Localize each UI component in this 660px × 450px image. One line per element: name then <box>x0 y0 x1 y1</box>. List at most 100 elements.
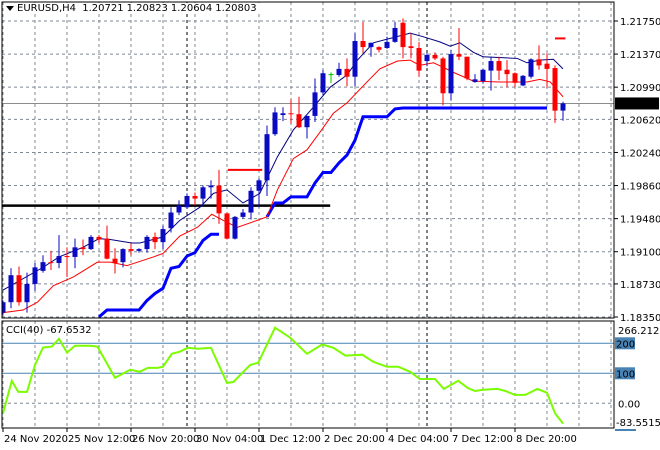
candle-body <box>152 236 158 243</box>
candle-body <box>496 61 502 71</box>
candle <box>520 74 526 87</box>
candle-body <box>200 187 206 199</box>
candle-body <box>240 212 246 217</box>
candle-body <box>160 229 166 243</box>
candle <box>88 235 94 250</box>
candle <box>176 200 182 216</box>
candle-body <box>176 205 182 213</box>
candle-body <box>424 54 430 62</box>
candle <box>488 56 494 91</box>
candle-body <box>248 190 254 213</box>
candle <box>104 225 110 260</box>
candle-body <box>208 185 214 188</box>
candle <box>32 263 38 291</box>
candle-body <box>128 249 134 251</box>
candle-body <box>272 112 278 135</box>
time-tick-label: 30 Nov 04:00 <box>196 434 263 445</box>
candle <box>464 56 470 81</box>
time-tick-label: 4 Dec 04:00 <box>388 434 449 445</box>
candle-body <box>64 256 70 258</box>
candle <box>200 185 206 207</box>
candle <box>96 235 102 244</box>
candle-body <box>304 115 310 128</box>
candle <box>80 239 86 256</box>
candle-body <box>144 236 150 250</box>
price-tick-label: 1.21370 <box>620 50 660 61</box>
candle <box>544 53 550 89</box>
cci-panel-frame <box>1 320 615 429</box>
candle <box>504 60 510 88</box>
candle-body <box>24 283 30 303</box>
time-tick-label: 26 Nov 20:00 <box>132 434 199 445</box>
candle-body <box>256 180 262 191</box>
candle <box>248 187 254 220</box>
candle-body <box>472 79 478 82</box>
price-chart[interactable]: 1.21750 1.21370 1.20990 1.20620 1.20240 1.198… <box>0 0 660 450</box>
candle-body <box>56 256 62 264</box>
candle <box>312 78 318 122</box>
candle-body <box>232 216 238 239</box>
candle <box>496 56 502 81</box>
candle <box>168 207 174 233</box>
cci-title: CCI(40) -67.6532 <box>6 325 92 336</box>
candle <box>216 169 222 224</box>
candle-body <box>80 247 86 250</box>
candle-body <box>344 68 350 77</box>
time-tick-label: 2 Dec 20:00 <box>324 434 385 445</box>
candle-body <box>168 212 174 229</box>
candle <box>232 216 238 240</box>
candle <box>224 212 230 240</box>
candle-body <box>320 73 326 93</box>
dropdown-triangle-icon[interactable] <box>6 5 14 11</box>
high-value: 1.20823 <box>126 3 168 14</box>
symbol-timeframe: EURUSD,H4 <box>17 3 77 14</box>
candle-body <box>280 113 286 116</box>
candle-body <box>528 59 534 77</box>
chart-header: EURUSD,H4 1.20721 1.20823 1.20604 1.20803 <box>4 3 262 14</box>
candle-body <box>40 262 46 271</box>
candle-body <box>32 267 38 284</box>
candle-body <box>264 134 270 181</box>
cci-level-100-label: 100 <box>616 369 635 380</box>
candle-body <box>456 54 462 57</box>
candle <box>240 209 246 219</box>
candle <box>192 192 198 206</box>
candle <box>360 21 366 54</box>
candle-body <box>512 73 518 83</box>
candle <box>336 62 342 77</box>
candle <box>48 250 54 270</box>
cci-zero-label: 0.00 <box>618 399 640 410</box>
candle <box>184 193 190 209</box>
candle-body <box>408 46 414 48</box>
candle-body <box>328 74 334 76</box>
price-tick-label: 1.20990 <box>620 83 660 94</box>
candle-body <box>288 113 294 115</box>
candle <box>512 72 518 88</box>
candle-body <box>504 69 510 75</box>
cci-min-label: -83.5515 <box>616 418 660 429</box>
candle <box>40 255 46 273</box>
slow-moving-average-line <box>2 59 564 314</box>
time-tick-label: 24 Nov 2020 <box>4 434 68 445</box>
candle-body <box>536 59 542 66</box>
candle-body <box>16 275 22 303</box>
cci-max-label: 266.212 <box>618 326 659 337</box>
price-tick-label: 1.19100 <box>620 248 660 259</box>
candle-body <box>296 114 302 128</box>
candle-body <box>312 92 318 116</box>
time-tick-label: 1 Dec 12:00 <box>260 434 321 445</box>
candle <box>272 107 278 136</box>
candle-body <box>464 56 470 79</box>
candle-body <box>96 236 102 240</box>
candle-body <box>184 195 190 208</box>
candle <box>16 266 22 306</box>
candle-body <box>120 249 126 263</box>
candle-body <box>416 47 422 71</box>
candle <box>416 41 422 77</box>
candle <box>432 52 438 61</box>
candle <box>392 21 398 43</box>
time-tick-label: 7 Dec 12:00 <box>452 434 513 445</box>
candle <box>72 238 78 269</box>
candle-body <box>216 185 222 214</box>
candle-body <box>136 249 142 251</box>
